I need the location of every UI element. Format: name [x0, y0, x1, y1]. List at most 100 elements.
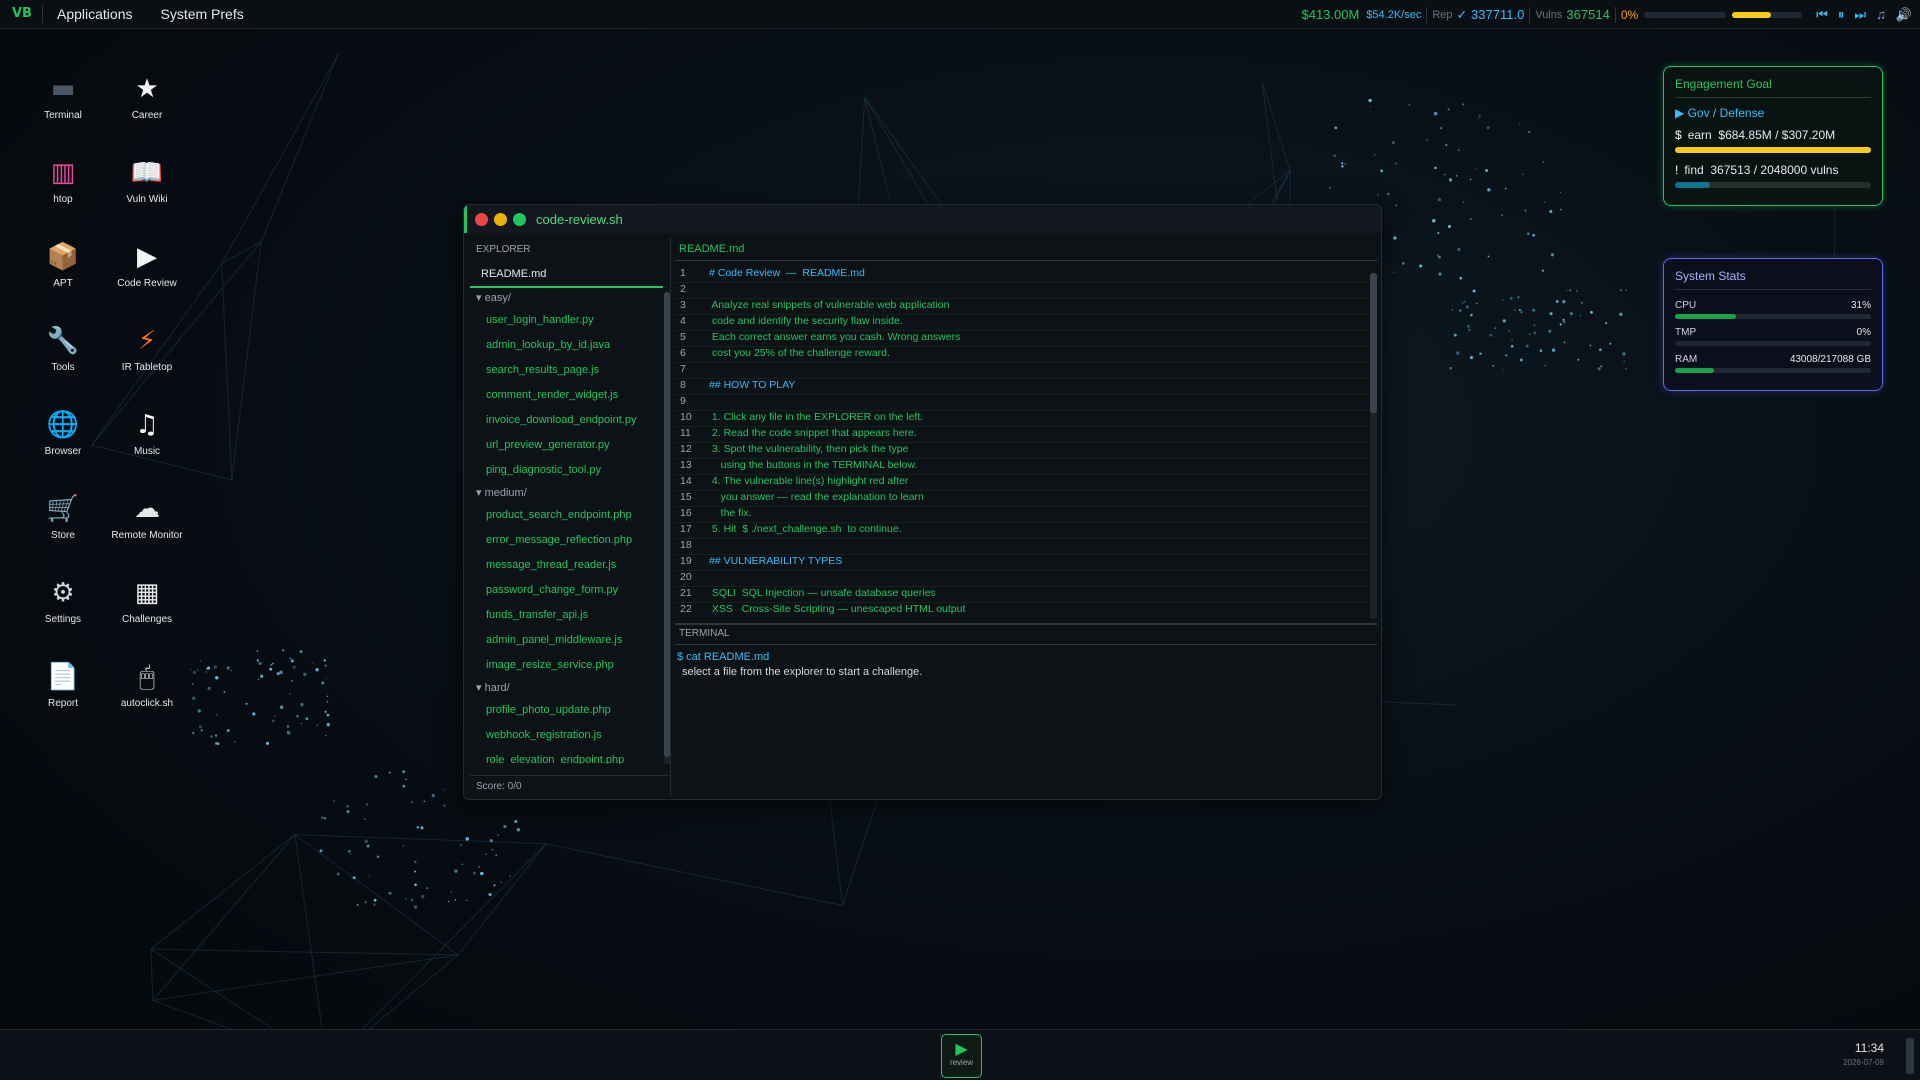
file-item[interactable]: profile_photo_update.php [470, 698, 670, 723]
file-item[interactable]: product_search_endpoint.php [470, 503, 670, 528]
file-item[interactable]: invoice_download_endpoint.py [470, 408, 670, 433]
volume-bar[interactable] [1732, 11, 1803, 18]
review-task-button[interactable]: ▶ review [941, 1034, 982, 1078]
maximize-button[interactable] [513, 212, 526, 226]
file-item[interactable]: message_thread_reader.js [470, 553, 670, 578]
vulns-value: 367514 [1566, 7, 1610, 22]
os-logo[interactable]: VB [0, 5, 43, 23]
file-item[interactable]: password_change_form.py [470, 578, 670, 603]
folder-easy[interactable]: ▾ easy/ [470, 288, 670, 308]
desktop-icon-store[interactable]: 🛒 Store [18, 492, 108, 541]
line-text: using the buttons in the TERMINAL below. [709, 459, 918, 471]
desktop-icon-terminal[interactable]: ▬ Terminal [18, 72, 108, 121]
cpu-value: 31% [1850, 300, 1871, 311]
line-number: 22 [680, 603, 692, 615]
line-number: 1 [680, 267, 686, 279]
line-text: 1. Click any file in the EXPLORER on the… [709, 411, 924, 423]
editor-tab[interactable]: README.md [675, 237, 1377, 261]
music-icon[interactable]: ♫ [1876, 7, 1886, 22]
desktop-icon-autoclick[interactable]: 🖱 autoclick.sh [102, 660, 192, 710]
code-review-window: code-review.sh EXPLORER README.md ▾ easy… [463, 204, 1382, 800]
line-text: code and identify the security flaw insi… [709, 315, 903, 327]
explorer-header: EXPLORER [476, 244, 531, 255]
file-item[interactable]: comment_render_widget.js [470, 383, 670, 408]
file-item[interactable]: funds_transfer_api.js [470, 603, 670, 628]
file-item[interactable]: ping_diagnostic_tool.py [470, 458, 670, 483]
desktop-icon-ir-tabletop[interactable]: ⚡ IR Tabletop [102, 324, 192, 373]
line-number: 18 [680, 539, 692, 551]
folder-hard[interactable]: ▾ hard/ [470, 678, 670, 698]
folder-medium[interactable]: ▾ medium/ [470, 483, 670, 503]
desktop-icon-label: Store [51, 530, 75, 541]
editor-scrollbar[interactable] [1370, 273, 1377, 619]
earn-value: $684.85M / $307.20M [1718, 128, 1836, 142]
line-number: 2 [680, 283, 686, 295]
file-item[interactable]: admin_lookup_by_id.java [470, 333, 670, 358]
minimize-button[interactable] [494, 212, 507, 226]
tmp-value: 0% [1856, 327, 1871, 338]
window-titlebar[interactable]: code-review.sh [464, 205, 1381, 233]
readme-file[interactable]: README.md [470, 262, 663, 288]
file-item[interactable]: role_elevation_endpoint.php [470, 748, 670, 764]
code-view: 1 # Code Review — README.md 2 3 Analyze rea… [675, 267, 1369, 617]
desktop-icon-label: IR Tabletop [121, 362, 173, 373]
rep-label: Rep [1432, 8, 1453, 21]
desktop-icon-music[interactable]: ♫ Music [102, 408, 192, 457]
file-item[interactable]: error_message_reflection.php [470, 528, 670, 553]
file-item[interactable]: admin_panel_middleware.js [470, 628, 670, 653]
desktop-icon-code-review[interactable]: ▶ Code Review [102, 240, 192, 289]
desktop-icon-report[interactable]: 📄 Report [18, 660, 108, 709]
line-number: 9 [680, 395, 686, 407]
desktop-icon-htop[interactable]: ▥ htop [18, 156, 108, 205]
applications-menu[interactable]: Applications [43, 6, 147, 22]
engagement-goal-widget: Engagement Goal ▶ Gov / Defense $ earn $6… [1663, 66, 1883, 206]
desktop-icon-apt[interactable]: 📦 APT [18, 240, 108, 289]
find-label: find [1684, 163, 1704, 177]
file-item[interactable]: search_results_page.js [470, 358, 670, 383]
tools-icon: 🔧 [46, 326, 80, 356]
desktop-icon-remote-monitor[interactable]: ☁ Remote Monitor [102, 492, 192, 541]
line-number: 21 [680, 587, 692, 599]
line-number: 17 [680, 523, 692, 535]
file-item[interactable]: url_preview_generator.py [470, 433, 670, 458]
code-line: 12 3. Spot the vulnerability, then pick … [675, 443, 1369, 459]
line-text: ## HOW TO PLAY [709, 379, 796, 391]
file-item[interactable]: webhook_registration.js [470, 723, 670, 748]
code-line: 13 using the buttons in the TERMINAL bel… [675, 459, 1369, 475]
cpu-bar [1675, 314, 1871, 319]
remote-monitor-icon: ☁ [134, 494, 160, 524]
line-text: XSS Cross-Site Scripting — unescaped HTM… [709, 603, 966, 615]
desktop-icon-career[interactable]: ★ Career [102, 72, 192, 121]
desktop-icon-challenges[interactable]: ▦ Challenges [102, 576, 192, 625]
line-number: 14 [680, 475, 692, 487]
desktop-icon-tools[interactable]: 🔧 Tools [18, 324, 108, 373]
close-button[interactable] [475, 212, 488, 226]
pause-icon[interactable]: ⏸ [1838, 7, 1845, 23]
media-controls: ⏮ ⏸ ⏭ ♫ 🔊 [1816, 7, 1912, 23]
ram-label: RAM [1675, 354, 1698, 365]
desktop-icon-vuln-wiki[interactable]: 📖 Vuln Wiki [102, 156, 192, 205]
code-line: 10 1. Click any file in the EXPLORER on … [675, 411, 1369, 427]
code-line: 5 Each correct answer earns you cash. Wr… [675, 331, 1369, 347]
tmp-bar [1675, 341, 1871, 346]
system-prefs-menu[interactable]: System Prefs [146, 6, 257, 22]
show-desktop-button[interactable] [1906, 1038, 1914, 1074]
file-item[interactable]: image_resize_service.php [470, 653, 670, 678]
clock[interactable]: 11:34 2026-07-09 [1843, 1041, 1884, 1067]
desktop-icon-browser[interactable]: 🌐 Browser [18, 408, 108, 457]
desktop-icon-settings[interactable]: ⚙ Settings [18, 576, 108, 625]
line-text: the fix. [709, 507, 752, 519]
previous-icon[interactable]: ⏮ [1816, 7, 1828, 23]
line-number: 3 [680, 299, 686, 311]
volume-icon[interactable]: 🔊 [1896, 7, 1912, 23]
ir-tabletop-icon: ⚡ [137, 326, 157, 356]
explorer-scrollbar[interactable] [664, 292, 670, 764]
file-item[interactable]: user_login_handler.py [470, 308, 670, 333]
clock-date: 2026-07-09 [1843, 1058, 1884, 1067]
status-area: $413.00M $54.2K/sec Rep ✓ 337711.0 Vulns… [1301, 0, 1920, 29]
line-number: 10 [680, 411, 692, 423]
code-line: 20 [675, 571, 1369, 587]
next-icon[interactable]: ⏭ [1854, 7, 1866, 23]
find-bar-fill [1675, 182, 1711, 188]
line-text: # Code Review — README.md [709, 267, 865, 279]
